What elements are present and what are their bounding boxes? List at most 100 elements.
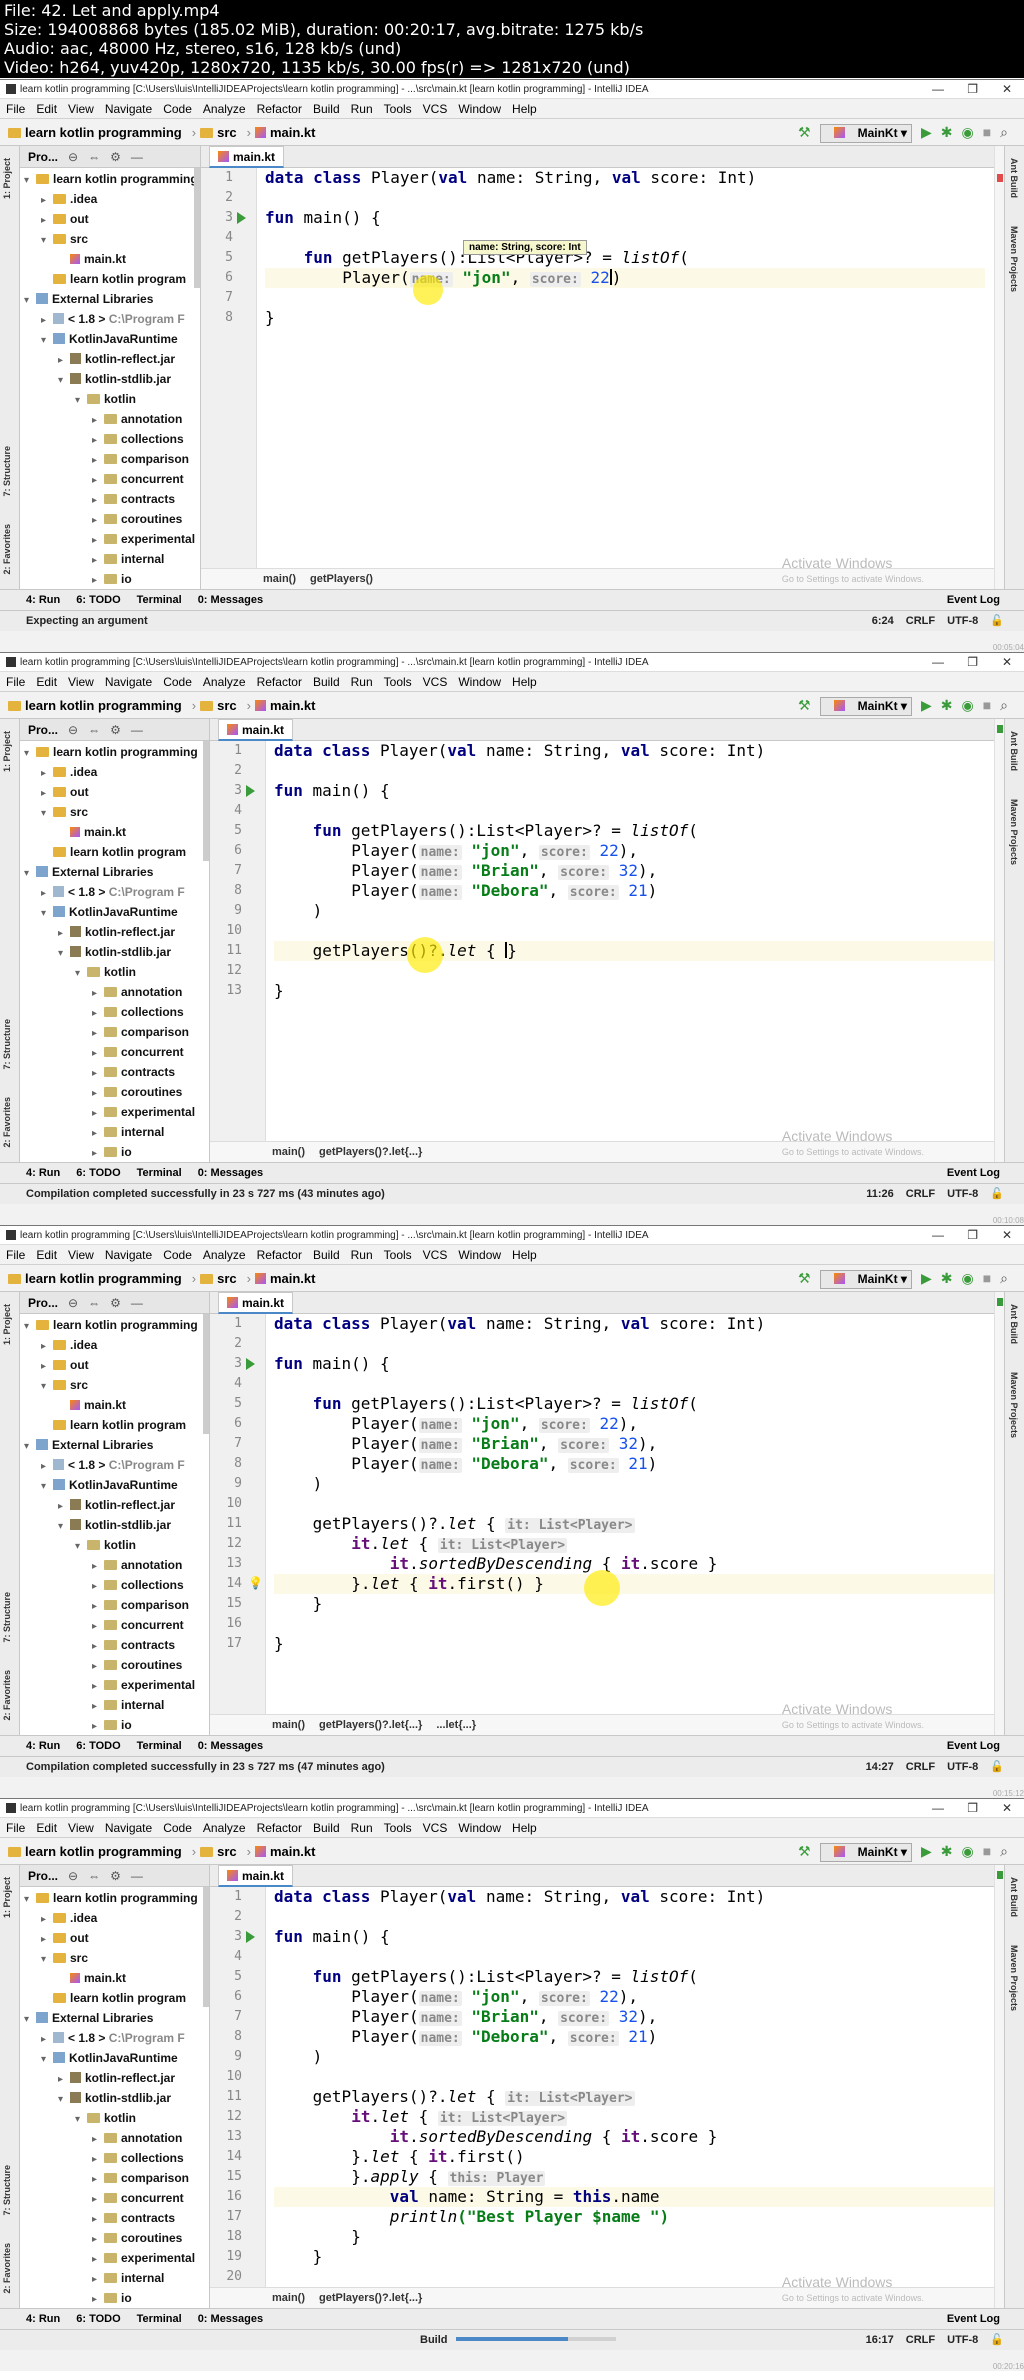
chevron-right-icon[interactable]: ▸ bbox=[92, 2290, 104, 2308]
menu-build[interactable]: Build bbox=[313, 675, 340, 689]
tree-item[interactable]: main.kt bbox=[20, 1968, 209, 1988]
tree-scrollbar[interactable] bbox=[203, 741, 209, 861]
tool-tab-maven-projects[interactable]: Maven Projects bbox=[1009, 226, 1019, 292]
tree-item[interactable]: ▸ collections bbox=[20, 429, 200, 449]
caret-position[interactable]: 16:17 bbox=[866, 2334, 894, 2346]
stop-icon[interactable]: ■ bbox=[983, 1270, 991, 1286]
tool-window-3[interactable]: 0: Messages bbox=[198, 1167, 263, 1179]
menu-file[interactable]: File bbox=[6, 675, 25, 689]
tree-item[interactable]: ▸ comparison bbox=[20, 1022, 209, 1042]
tree-item[interactable]: ▾ External Libraries bbox=[20, 289, 200, 309]
project-view-select[interactable]: Pro... bbox=[28, 1869, 58, 1883]
debug-icon[interactable]: ✱ bbox=[941, 697, 953, 713]
nav-crumb-project[interactable]: learn kotlin programming bbox=[8, 692, 182, 719]
chevron-down-icon[interactable]: ▾ bbox=[41, 231, 53, 251]
gear-icon[interactable]: ⚙ bbox=[110, 1869, 121, 1883]
tree-item[interactable]: ▸ out bbox=[20, 1355, 209, 1375]
nav-crumb-src[interactable]: src bbox=[200, 1838, 237, 1865]
menu-vcs[interactable]: VCS bbox=[423, 1248, 448, 1262]
tree-item[interactable]: ▾ External Libraries bbox=[20, 862, 209, 882]
search-icon[interactable]: ⌕ bbox=[1000, 697, 1008, 713]
caret-position[interactable]: 14:27 bbox=[866, 1761, 894, 1773]
chevron-right-icon[interactable]: ▸ bbox=[58, 924, 70, 944]
project-view-select[interactable]: Pro... bbox=[28, 723, 58, 737]
tree-item[interactable]: ▸ internal bbox=[20, 549, 200, 569]
menu-window[interactable]: Window bbox=[458, 1248, 501, 1262]
chevron-right-icon[interactable]: ▸ bbox=[92, 1084, 104, 1104]
maximize-button[interactable]: ❐ bbox=[967, 1799, 978, 1818]
maximize-button[interactable]: ❐ bbox=[967, 80, 978, 99]
menu-view[interactable]: View bbox=[68, 675, 94, 689]
chevron-down-icon[interactable]: ▾ bbox=[24, 1437, 36, 1457]
nav-crumb-file[interactable]: main.kt bbox=[254, 119, 315, 146]
minimize-button[interactable]: — bbox=[932, 1799, 944, 1818]
inspection-status-icon[interactable] bbox=[997, 1298, 1003, 1306]
collapse-all-icon[interactable]: ⊖ bbox=[68, 150, 78, 164]
tool-tab-ant-build[interactable]: Ant Build bbox=[1009, 158, 1019, 198]
chevron-right-icon[interactable]: ▸ bbox=[41, 1357, 53, 1377]
tool-tab-project[interactable]: 1: Project bbox=[2, 158, 12, 199]
tool-window-2[interactable]: Terminal bbox=[137, 2313, 182, 2325]
tree-item[interactable]: ▸ < 1.8 > C:\Program F bbox=[20, 2028, 209, 2048]
tree-item[interactable]: ▸ concurrent bbox=[20, 1615, 209, 1635]
hide-icon[interactable]: — bbox=[131, 150, 143, 164]
chevron-right-icon[interactable]: ▸ bbox=[92, 1064, 104, 1084]
hammer-build-icon[interactable]: ⚒ bbox=[798, 697, 811, 713]
close-button[interactable]: ✕ bbox=[1002, 80, 1012, 99]
tree-item[interactable]: learn kotlin program bbox=[20, 1988, 209, 2008]
maximize-button[interactable]: ❐ bbox=[967, 1226, 978, 1245]
menu-refactor[interactable]: Refactor bbox=[257, 1248, 302, 1262]
menu-help[interactable]: Help bbox=[512, 102, 537, 116]
tree-item[interactable]: ▸ concurrent bbox=[20, 2188, 209, 2208]
menu-refactor[interactable]: Refactor bbox=[257, 675, 302, 689]
tree-item[interactable]: ▸ .idea bbox=[20, 762, 209, 782]
tool-window-0[interactable]: 4: Run bbox=[26, 2313, 60, 2325]
menu-help[interactable]: Help bbox=[512, 1821, 537, 1835]
menu-build[interactable]: Build bbox=[313, 1821, 340, 1835]
tree-item[interactable]: ▾ kotlin bbox=[20, 1535, 209, 1555]
close-button[interactable]: ✕ bbox=[1002, 653, 1012, 672]
chevron-right-icon[interactable]: ▸ bbox=[92, 1637, 104, 1657]
chevron-right-icon[interactable]: ▸ bbox=[92, 2130, 104, 2150]
tree-item[interactable]: main.kt bbox=[20, 249, 200, 269]
tree-item[interactable]: ▸ io bbox=[20, 2288, 209, 2308]
editor-crumb[interactable]: getPlayers()?.let{...} bbox=[319, 1146, 422, 1158]
tree-item[interactable]: ▸ experimental bbox=[20, 1102, 209, 1122]
menu-window[interactable]: Window bbox=[458, 1821, 501, 1835]
tree-item[interactable]: ▾ kotlin bbox=[20, 2108, 209, 2128]
tree-item[interactable]: ▸ coroutines bbox=[20, 1082, 209, 1102]
nav-crumb-project[interactable]: learn kotlin programming bbox=[8, 1838, 182, 1865]
run-configuration-select[interactable]: MainKt ▾ bbox=[819, 1269, 912, 1289]
tool-window-0[interactable]: 4: Run bbox=[26, 1167, 60, 1179]
menu-tools[interactable]: Tools bbox=[384, 675, 412, 689]
tree-scrollbar[interactable] bbox=[203, 1314, 209, 1434]
nav-crumb-file[interactable]: main.kt bbox=[254, 692, 315, 719]
editor-crumb[interactable]: main() bbox=[272, 1719, 305, 1731]
tool-tab-project[interactable]: 1: Project bbox=[2, 731, 12, 772]
tool-window-1[interactable]: 6: TODO bbox=[76, 1740, 120, 1752]
stop-icon[interactable]: ■ bbox=[983, 1843, 991, 1859]
tree-item[interactable]: ▸ .idea bbox=[20, 1908, 209, 1928]
tool-tab-maven-projects[interactable]: Maven Projects bbox=[1009, 1945, 1019, 2011]
tree-item[interactable]: ▸ experimental bbox=[20, 2248, 209, 2268]
search-icon[interactable]: ⌕ bbox=[1000, 1270, 1008, 1286]
chevron-right-icon[interactable]: ▸ bbox=[92, 984, 104, 1004]
chevron-down-icon[interactable]: ▾ bbox=[41, 331, 53, 351]
chevron-right-icon[interactable]: ▸ bbox=[92, 2230, 104, 2250]
tree-item[interactable]: ▾ KotlinJavaRuntime bbox=[20, 2048, 209, 2068]
tree-item[interactable]: ▸ collections bbox=[20, 1575, 209, 1595]
scroll-from-source-icon[interactable]: ⇔ bbox=[88, 723, 100, 737]
editor-crumb[interactable]: main() bbox=[272, 1146, 305, 1158]
tree-item[interactable]: ▾ src bbox=[20, 1375, 209, 1395]
tree-item[interactable]: ▸ contracts bbox=[20, 489, 200, 509]
event-log-button[interactable]: Event Log bbox=[947, 1736, 1000, 1757]
menu-build[interactable]: Build bbox=[313, 102, 340, 116]
menu-navigate[interactable]: Navigate bbox=[105, 675, 152, 689]
chevron-right-icon[interactable]: ▸ bbox=[92, 2170, 104, 2190]
chevron-right-icon[interactable]: ▸ bbox=[41, 1337, 53, 1357]
build-progress[interactable]: Build bbox=[420, 2330, 622, 2351]
tool-tab-ant-build[interactable]: Ant Build bbox=[1009, 1304, 1019, 1344]
menu-view[interactable]: View bbox=[68, 102, 94, 116]
chevron-right-icon[interactable]: ▸ bbox=[92, 2250, 104, 2270]
tree-item[interactable]: ▾ learn kotlin programming bbox=[20, 742, 209, 762]
